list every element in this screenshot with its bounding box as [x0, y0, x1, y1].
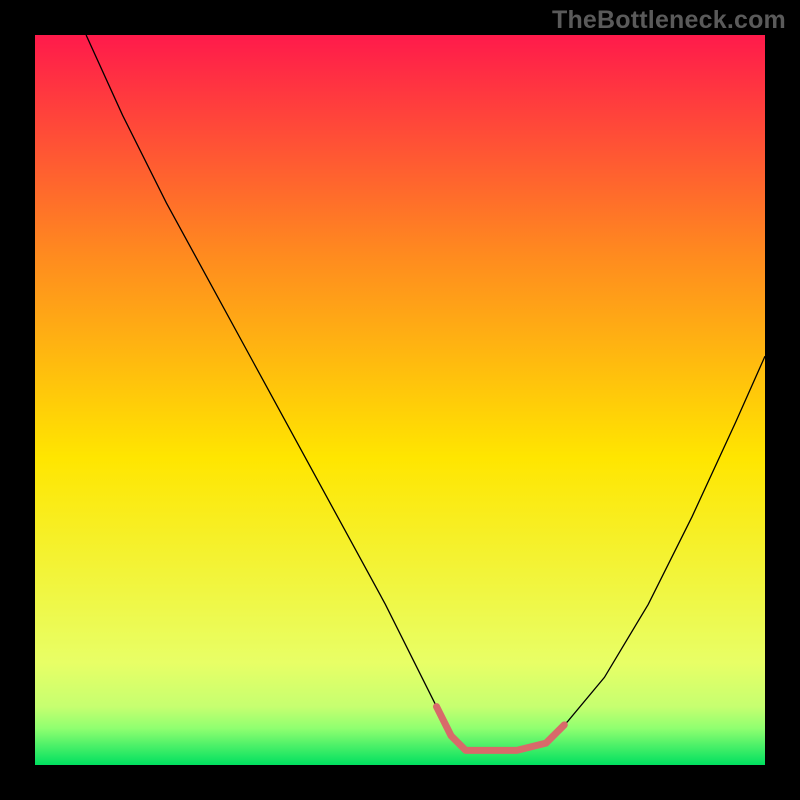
- gradient-background: [35, 35, 765, 765]
- chart-canvas: [35, 35, 765, 765]
- chart-frame: TheBottleneck.com: [0, 0, 800, 800]
- plot-area: [35, 35, 765, 765]
- watermark-label: TheBottleneck.com: [552, 6, 786, 35]
